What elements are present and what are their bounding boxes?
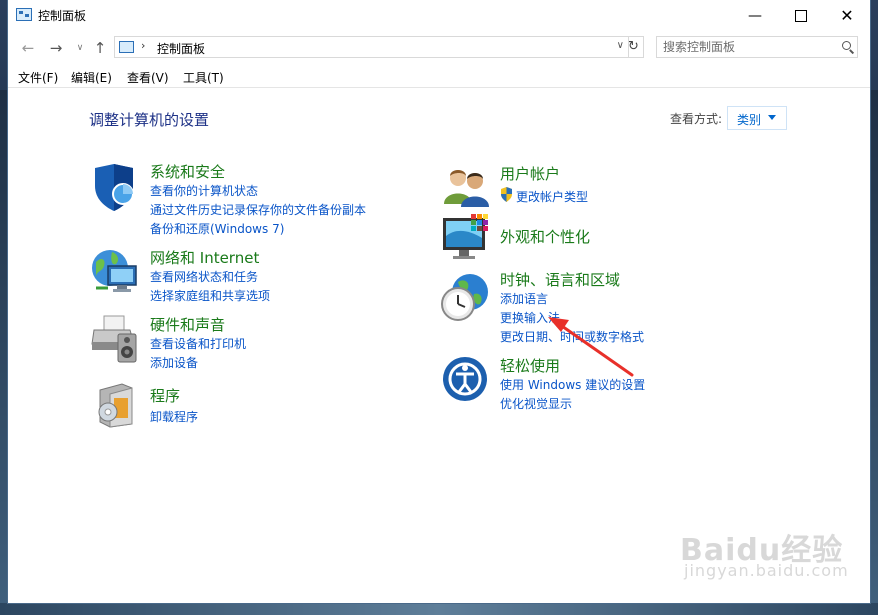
forward-arrow-icon: → [49,39,63,57]
up-button[interactable]: ↑ [90,37,110,59]
link-view-computer-status[interactable]: 查看你的计算机状态 [150,182,258,199]
search-input[interactable] [663,39,833,55]
programs-box-icon[interactable] [96,382,136,428]
user-accounts-icon[interactable] [442,166,490,208]
link-add-device[interactable]: 添加设备 [150,354,198,371]
minimize-icon: — [748,7,762,24]
uac-shield-icon [501,187,512,202]
desktop-background-bottom [0,603,878,615]
link-view-network-status[interactable]: 查看网络状态和任务 [150,268,258,285]
appearance-monitor-icon[interactable] [441,214,491,262]
menu-bar: 文件(F) 编辑(E) 查看(V) 工具(T) [8,65,870,88]
address-dropdown-icon[interactable]: ∨ [617,40,624,51]
clock-globe-icon[interactable] [440,272,490,322]
ease-of-access-icon[interactable] [442,356,488,402]
category-network-internet[interactable]: 网络和 Internet [150,247,259,268]
link-add-language[interactable]: 添加语言 [500,290,548,307]
link-devices-printers[interactable]: 查看设备和打印机 [150,335,246,352]
control-panel-icon [16,8,32,21]
link-change-input-method[interactable]: 更换输入法 [500,309,560,326]
view-by-label: 查看方式: [670,112,723,126]
dropdown-arrow-icon [768,115,776,120]
maximize-icon [795,9,807,22]
refresh-icon: ↻ [628,39,639,54]
category-clock-language-region[interactable]: 时钟、语言和区域 [500,269,620,290]
baidu-watermark: Baidu经验 jingyan.baidu.com [680,525,848,580]
network-globe-icon[interactable] [90,248,140,296]
control-panel-window: 控制面板 — ✕ ← → ∨ ↑ › 控制面板 ∨ ↻ 文件(F) 编辑(E) … [8,0,870,603]
desktop-background-right [870,90,878,615]
link-windows-recommended-settings[interactable]: 使用 Windows 建议的设置 [500,376,645,393]
address-bar[interactable]: › 控制面板 ∨ [114,36,629,58]
title-bar[interactable]: 控制面板 — ✕ [8,0,870,31]
view-by-value: 类别 [737,113,762,127]
link-uninstall-program[interactable]: 卸载程序 [150,408,198,425]
view-by-dropdown[interactable]: 类别 [727,106,787,130]
menu-edit[interactable]: 编辑(E) [71,69,112,86]
control-panel-icon [119,41,134,53]
watermark-url: jingyan.baidu.com [684,561,849,580]
category-appearance[interactable]: 外观和个性化 [500,226,590,247]
back-arrow-icon: ← [21,39,35,57]
category-system-security[interactable]: 系统和安全 [150,161,225,182]
menu-view[interactable]: 查看(V) [127,69,169,86]
address-row: ← → ∨ ↑ › 控制面板 ∨ ↻ [8,34,870,62]
forward-button[interactable]: → [46,37,66,59]
shield-icon[interactable] [91,164,137,212]
desktop-background-left [0,90,8,615]
category-ease-of-access[interactable]: 轻松使用 [500,355,560,376]
search-icon[interactable] [842,41,851,50]
chevron-down-icon: ∨ [76,43,84,53]
minimize-button[interactable]: — [732,0,778,31]
window-title: 控制面板 [38,9,87,23]
close-icon: ✕ [840,6,854,25]
breadcrumb-chevron-icon[interactable]: › [141,39,145,52]
menu-file[interactable]: 文件(F) [18,69,58,86]
category-hardware-sound[interactable]: 硬件和声音 [150,314,225,335]
link-change-account-type[interactable]: 更改帐户类型 [516,188,588,205]
category-programs[interactable]: 程序 [150,385,180,406]
link-homegroup-sharing[interactable]: 选择家庭组和共享选项 [150,287,270,304]
page-title: 调整计算机的设置 [89,111,210,129]
maximize-button[interactable] [778,0,824,31]
recent-locations-button[interactable]: ∨ [70,37,90,59]
breadcrumb-control-panel[interactable]: 控制面板 [157,40,205,57]
up-arrow-icon: ↑ [93,39,107,57]
search-box[interactable] [656,36,858,58]
link-backup-restore-win7[interactable]: 备份和还原(Windows 7) [150,220,284,237]
printer-speaker-icon[interactable] [90,314,140,364]
back-button[interactable]: ← [18,37,38,59]
refresh-button[interactable]: ↻ [624,36,644,58]
link-file-history-backup[interactable]: 通过文件历史记录保存你的文件备份副本 [150,201,366,218]
link-optimize-visual-display[interactable]: 优化视觉显示 [500,395,572,412]
category-user-accounts[interactable]: 用户帐户 [500,163,560,184]
menu-tools[interactable]: 工具(T) [183,69,224,86]
close-button[interactable]: ✕ [824,0,870,31]
link-change-date-time-format[interactable]: 更改日期、时间或数字格式 [500,328,644,345]
